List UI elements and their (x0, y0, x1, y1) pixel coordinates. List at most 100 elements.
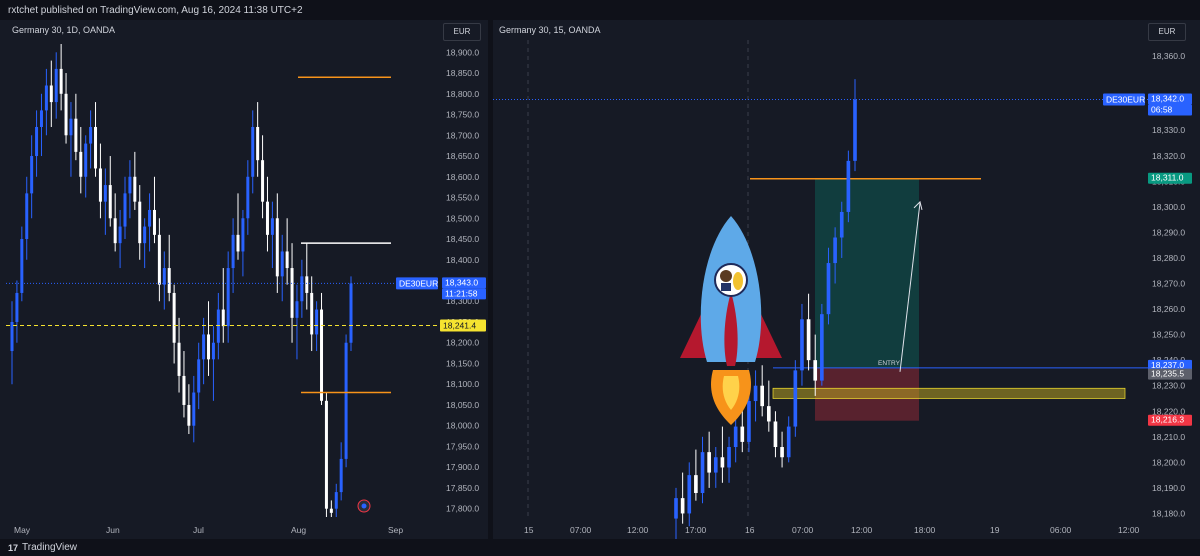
daily-candle-body (231, 234, 235, 269)
daily-x-label-4: Sep (388, 525, 403, 535)
daily-candle-body (167, 268, 171, 293)
daily-candle-body (25, 193, 29, 240)
entry-label: ENTRY (878, 360, 901, 367)
intraday-candle-body (846, 160, 851, 212)
daily-candle-body (143, 226, 147, 244)
daily-candle-body (221, 309, 225, 327)
daily-candle-body (20, 239, 24, 293)
daily-candle-body (339, 458, 343, 493)
intraday-currency-button[interactable]: EUR (1148, 23, 1186, 41)
daily-chart-svg[interactable]: 18,900.0 18,850.0 18,800.0 18,750.0 18,700.0… (6, 20, 488, 539)
astronaut-body-icon (721, 283, 731, 291)
daily-candle-body (138, 201, 142, 244)
daily-candle-body (192, 392, 196, 426)
daily-y-tick-6: 18,600.0 (446, 172, 479, 182)
daily-x-label-2: Jul (193, 525, 204, 535)
daily-y-tick-7: 18,550.0 (446, 193, 479, 203)
daily-candle-body (103, 185, 107, 202)
daily-x-label-0: May (14, 525, 31, 535)
intraday-candle-body (800, 319, 804, 371)
daily-candle-body (74, 118, 78, 152)
daily-y-tick-19: 17,950.0 (446, 441, 479, 451)
daily-candle-body (246, 176, 250, 219)
intraday-symbol-tag: DE30EUR (1106, 95, 1145, 105)
daily-candle-body (324, 400, 328, 509)
daily-candle-body (157, 234, 161, 285)
intraday-candle-body (793, 370, 798, 427)
daily-chart-panel[interactable]: 18,900.0 18,850.0 18,800.0 18,750.0 18,700.0… (6, 20, 488, 539)
daily-y-tick-2: 18,800.0 (446, 89, 479, 99)
intraday-candle-body (674, 498, 678, 519)
intraday-candle-body (786, 426, 791, 458)
intraday-candle-body (700, 452, 705, 494)
daily-y-tick-22: 17,800.0 (446, 504, 479, 514)
intraday-price-tag: 18,342.0 (1151, 94, 1184, 104)
daily-candle-body (108, 185, 112, 219)
daily-y-tick-8: 18,500.0 (446, 213, 479, 223)
daily-candle-body (44, 85, 48, 111)
intraday-x-label-4: 16 (745, 525, 755, 535)
intraday-candle-body (766, 406, 771, 422)
daily-candle-body (113, 218, 117, 244)
daily-candle-body (148, 209, 152, 227)
intraday-candle-body (680, 498, 685, 514)
daily-y-tick-1: 18,850.0 (446, 68, 479, 78)
daily-candle-body (320, 309, 324, 401)
daily-candle-body (329, 508, 333, 513)
intraday-candle-body (727, 447, 731, 468)
daily-y-tick-14: 18,200.0 (446, 338, 479, 348)
daily-y-tick-10: 18,400.0 (446, 255, 479, 265)
yellow-demand-zone (772, 387, 1126, 399)
daily-y-tick-15: 18,150.0 (446, 358, 479, 368)
daily-candle-body (118, 226, 122, 244)
intraday-candle-body (773, 421, 778, 448)
intraday-y-tick-14: 18,210.0 (1152, 432, 1185, 442)
tradingview-logo-icon: 17 (8, 543, 19, 553)
intraday-y-tick-2: 18,330.0 (1152, 125, 1185, 135)
intraday-candle-body (733, 426, 738, 448)
daily-candle-body (79, 151, 83, 177)
intraday-x-label-2: 12:00 (627, 525, 649, 535)
intraday-x-label-3: 17:00 (685, 525, 707, 535)
daily-candle-body (123, 193, 127, 227)
intraday-chart-svg[interactable]: 18,360.018,340.018,330.018,320.018,310.0… (493, 20, 1200, 539)
daily-candle-body (290, 268, 294, 318)
daily-candle-body (133, 176, 137, 202)
daily-y-tick-16: 18,100.0 (446, 379, 479, 389)
intraday-y-tick-0: 18,360.0 (1152, 51, 1185, 61)
daily-candle-body (334, 492, 338, 509)
intraday-candle-body (713, 457, 718, 473)
intraday-y-tick-10: 18,250.0 (1152, 330, 1185, 340)
intraday-y-tick-15: 18,200.0 (1152, 457, 1185, 467)
daily-y-tick-17: 18,050.0 (446, 400, 479, 410)
intraday-chart-panel[interactable]: 18,360.018,340.018,330.018,320.018,310.0… (493, 20, 1200, 539)
intraday-candle-body (806, 319, 811, 361)
daily-candle-body (344, 342, 348, 459)
bitcoin-rocket-icon (733, 272, 743, 290)
daily-candle-body (275, 218, 279, 277)
intraday-y-tick-9: 18,260.0 (1152, 304, 1185, 314)
daily-candle-body (30, 156, 34, 194)
daily-y-tick-9: 18,450.0 (446, 234, 479, 244)
daily-chart-title: Germany 30, 1D, OANDA (12, 25, 116, 35)
daily-currency-button[interactable]: EUR (443, 23, 481, 41)
daily-price-tag: 18,343.0 (445, 277, 478, 287)
intraday-x-label-9: 06:00 (1050, 525, 1072, 535)
daily-candle-body (177, 342, 181, 376)
intraday-y-tick-3: 18,320.0 (1152, 151, 1185, 161)
astronaut-head-icon (720, 270, 732, 282)
footer-brand: TradingView (22, 542, 78, 553)
daily-candle-body (261, 160, 265, 202)
daily-candle-body (59, 68, 63, 94)
daily-symbol-tag: DE30EUR (399, 278, 438, 288)
intraday-tag-green: 18,311.0 (1151, 173, 1184, 183)
daily-x-label-1: Jun (106, 525, 120, 535)
daily-candle-body (39, 110, 43, 127)
daily-candle-body (10, 321, 14, 352)
daily-candle-body (64, 93, 68, 136)
intraday-x-label-6: 12:00 (851, 525, 873, 535)
daily-y-tick-21: 17,850.0 (446, 483, 479, 493)
intraday-candle-body (820, 314, 824, 381)
intraday-x-label-1: 07:00 (570, 525, 592, 535)
daily-y-tick-18: 18,000.0 (446, 421, 479, 431)
